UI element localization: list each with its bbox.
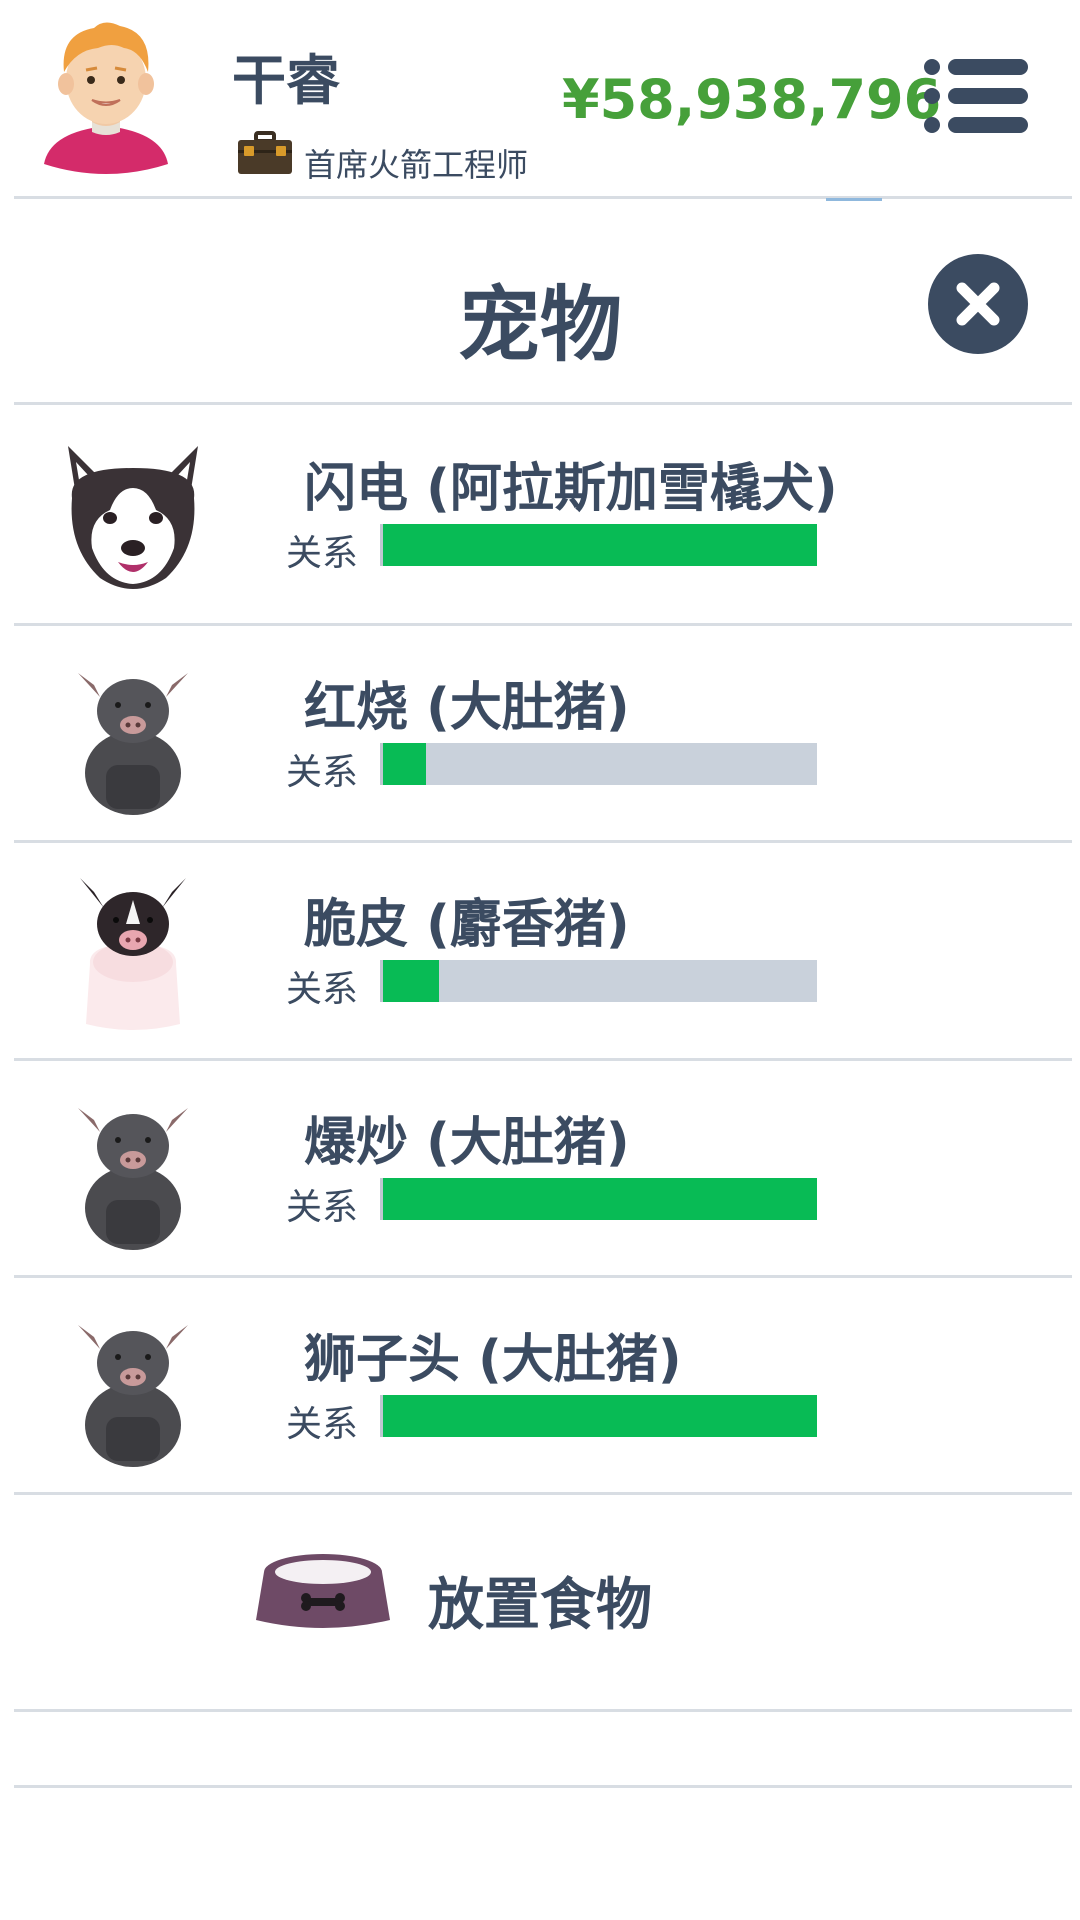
pet-name: 狮子头 (大肚猪) — [304, 1330, 682, 1390]
close-icon[interactable] — [926, 252, 1030, 356]
bottom-divider — [14, 1785, 1072, 1788]
pot-bellied-pig-icon — [78, 1108, 188, 1250]
husky-icon — [68, 446, 198, 589]
relationship-bar — [380, 524, 817, 566]
relationship-fill — [383, 960, 440, 1002]
relationship-label: 关系 — [286, 533, 359, 574]
job-title: 首席火箭工程师 — [304, 146, 529, 184]
relationship-bar — [380, 743, 817, 785]
row-divider — [14, 1709, 1072, 1712]
pet-row[interactable]: 闪电 (阿拉斯加雪橇犬) 关系 — [14, 406, 1072, 621]
pet-name: 红烧 (大肚猪) — [304, 678, 630, 738]
money-balance: ¥58,938,796 — [562, 68, 942, 131]
title-divider — [14, 402, 1072, 405]
relationship-label: 关系 — [286, 1187, 359, 1228]
pet-name: 闪电 (阿拉斯加雪橇犬) — [304, 459, 838, 519]
pet-row[interactable]: 脆皮 (麝香猪) 关系 — [14, 842, 1072, 1057]
player-name: 干睿 — [232, 49, 340, 112]
header-divider — [14, 196, 1072, 199]
relationship-bar — [380, 1395, 817, 1437]
pot-bellied-pig-icon — [78, 673, 188, 815]
relationship-bar — [380, 1178, 817, 1220]
tab-indicator — [826, 198, 882, 201]
relationship-label: 关系 — [286, 752, 359, 793]
menu-icon[interactable] — [922, 56, 1030, 136]
relationship-label: 关系 — [286, 1404, 359, 1445]
avatar — [44, 22, 168, 174]
pet-row[interactable]: 红烧 (大肚猪) 关系 — [14, 625, 1072, 840]
musk-pig-icon — [80, 878, 186, 1030]
relationship-bar — [380, 960, 817, 1002]
pets-title: 宠物 — [457, 278, 622, 373]
relationship-fill — [383, 1395, 817, 1437]
briefcase-icon — [238, 131, 292, 174]
pet-row[interactable]: 狮子头 (大肚猪) 关系 — [14, 1277, 1072, 1492]
pet-name: 脆皮 (麝香猪) — [304, 895, 630, 955]
place-food-button[interactable]: 放置食物 — [14, 1494, 1072, 1709]
relationship-label: 关系 — [286, 969, 359, 1010]
relationship-fill — [383, 743, 427, 785]
relationship-fill — [383, 1178, 817, 1220]
pet-name: 爆炒 (大肚猪) — [304, 1113, 630, 1173]
relationship-fill — [383, 524, 817, 566]
place-food-label: 放置食物 — [428, 1573, 652, 1638]
food-bowl-icon — [256, 1554, 390, 1628]
pot-bellied-pig-icon — [78, 1325, 188, 1467]
pet-row[interactable]: 爆炒 (大肚猪) 关系 — [14, 1060, 1072, 1275]
